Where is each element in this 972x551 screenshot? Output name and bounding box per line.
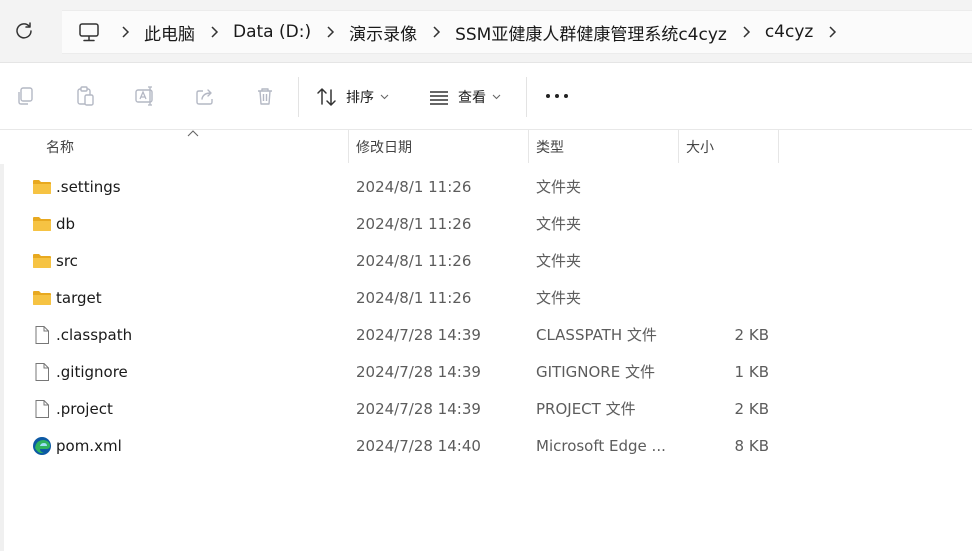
- file-size: [680, 279, 769, 316]
- paste-button[interactable]: [72, 83, 98, 109]
- file-row[interactable]: db 2024/8/1 11:26 文件夹: [20, 205, 960, 242]
- file-name: .gitignore: [56, 362, 128, 381]
- refresh-button[interactable]: [8, 14, 40, 48]
- sort-button[interactable]: 排序: [316, 83, 389, 111]
- column-divider[interactable]: [348, 130, 349, 163]
- sort-ascending-icon: [187, 130, 199, 137]
- folder-icon: [33, 291, 51, 305]
- breadcrumb-folder-current[interactable]: c4cyz: [761, 22, 818, 42]
- file-size: 2 KB: [734, 325, 769, 344]
- column-divider[interactable]: [778, 130, 779, 163]
- file-row[interactable]: .gitignore 2024/7/28 14:39 GITIGNORE 文件 …: [20, 353, 960, 390]
- folder-icon: [33, 180, 51, 194]
- sort-label: 排序: [346, 90, 374, 106]
- file-type: 文件夹: [536, 178, 582, 196]
- file-name: pom.xml: [56, 436, 122, 455]
- column-divider[interactable]: [528, 130, 529, 163]
- navigation-pane-edge: [0, 164, 4, 551]
- chevron-down-icon: [492, 94, 501, 100]
- file-type: 文件夹: [536, 289, 582, 307]
- file-size: [680, 168, 769, 205]
- paste-icon: [77, 86, 94, 106]
- file-type: CLASSPATH 文件: [536, 326, 657, 344]
- view-label: 查看: [458, 90, 486, 106]
- copy-icon: [18, 87, 33, 105]
- file-name: .classpath: [56, 325, 133, 344]
- file-date: 2024/7/28 14:39: [356, 399, 481, 418]
- column-header-type[interactable]: 类型: [536, 130, 564, 164]
- file-row[interactable]: pom.xml 2024/7/28 14:40 Microsoft Edge .…: [20, 427, 960, 464]
- folder-icon: [33, 217, 51, 231]
- file-date: 2024/8/1 11:26: [356, 251, 472, 270]
- breadcrumb-folder-recordings[interactable]: 演示录像: [345, 20, 421, 45]
- chevron-right-icon[interactable]: [110, 11, 140, 53]
- share-button[interactable]: [192, 83, 218, 109]
- address-bar[interactable]: 此电脑 Data (D:) 演示录像 SSM亚健康人群健康管理系统c4cyz c…: [62, 10, 972, 54]
- file-name: src: [56, 251, 78, 270]
- file-type: PROJECT 文件: [536, 400, 636, 418]
- file-row[interactable]: .classpath 2024/7/28 14:39 CLASSPATH 文件 …: [20, 316, 960, 353]
- breadcrumb-this-pc[interactable]: 此电脑: [140, 20, 199, 45]
- column-header-date[interactable]: 修改日期: [356, 130, 412, 164]
- refresh-icon: [16, 22, 32, 39]
- rename-button[interactable]: [132, 83, 158, 109]
- chevron-right-icon[interactable]: [199, 11, 229, 53]
- file-date: 2024/8/1 11:26: [356, 177, 472, 196]
- file-date: 2024/8/1 11:26: [356, 214, 472, 233]
- file-size: 1 KB: [734, 362, 769, 381]
- toolbar-divider: [526, 77, 527, 117]
- column-header-name[interactable]: 名称: [46, 130, 74, 164]
- more-icon: [546, 94, 568, 98]
- file-type: Microsoft Edge ...: [536, 436, 666, 455]
- file-size: 2 KB: [734, 399, 769, 418]
- file-row[interactable]: target 2024/8/1 11:26 文件夹: [20, 279, 960, 316]
- file-name: target: [56, 288, 102, 307]
- file-size: [680, 242, 769, 279]
- toolbar-divider: [298, 77, 299, 117]
- file-row[interactable]: .project 2024/7/28 14:39 PROJECT 文件 2 KB: [20, 390, 960, 427]
- chevron-right-icon[interactable]: [421, 11, 451, 53]
- file-name: .project: [56, 399, 113, 418]
- breadcrumb: 此电脑 Data (D:) 演示录像 SSM亚健康人群健康管理系统c4cyz c…: [110, 11, 847, 53]
- delete-button[interactable]: [252, 83, 278, 109]
- breadcrumb-drive[interactable]: Data (D:): [229, 22, 315, 42]
- chevron-right-icon[interactable]: [817, 11, 847, 53]
- file-name: .settings: [56, 177, 121, 196]
- file-icon: [35, 400, 49, 418]
- file-date: 2024/7/28 14:39: [356, 325, 481, 344]
- column-header-size[interactable]: 大小: [686, 130, 714, 164]
- command-bar: 排序 查看: [0, 62, 972, 130]
- file-type: 文件夹: [536, 252, 582, 270]
- this-pc-icon[interactable]: [78, 21, 100, 43]
- file-date: 2024/7/28 14:40: [356, 436, 481, 455]
- trash-icon: [258, 88, 272, 105]
- file-icon: [35, 363, 49, 381]
- view-button[interactable]: 查看: [428, 83, 501, 111]
- column-header-row: 名称 修改日期 类型 大小: [0, 130, 972, 164]
- view-icon: [430, 91, 448, 105]
- file-size: 8 KB: [734, 436, 769, 455]
- file-type: GITIGNORE 文件: [536, 363, 655, 381]
- folder-icon: [33, 254, 51, 268]
- file-date: 2024/7/28 14:39: [356, 362, 481, 381]
- file-name: db: [56, 214, 76, 233]
- copy-button[interactable]: [12, 83, 38, 109]
- chevron-right-icon[interactable]: [731, 11, 761, 53]
- chevron-right-icon[interactable]: [315, 11, 345, 53]
- rename-icon: [135, 86, 153, 106]
- file-type: 文件夹: [536, 215, 582, 233]
- file-row[interactable]: src 2024/8/1 11:26 文件夹: [20, 242, 960, 279]
- file-date: 2024/8/1 11:26: [356, 288, 472, 307]
- more-options-button[interactable]: [544, 83, 570, 109]
- column-divider[interactable]: [678, 130, 679, 163]
- breadcrumb-folder-project[interactable]: SSM亚健康人群健康管理系统c4cyz: [451, 20, 731, 45]
- sort-icon: [317, 88, 336, 106]
- chevron-down-icon: [380, 94, 389, 100]
- share-icon: [196, 89, 213, 105]
- file-row[interactable]: .settings 2024/8/1 11:26 文件夹: [20, 168, 960, 205]
- edge-icon: [33, 437, 51, 455]
- file-icon: [35, 326, 49, 344]
- address-bar-row: 此电脑 Data (D:) 演示录像 SSM亚健康人群健康管理系统c4cyz c…: [0, 0, 972, 62]
- file-size: [680, 205, 769, 242]
